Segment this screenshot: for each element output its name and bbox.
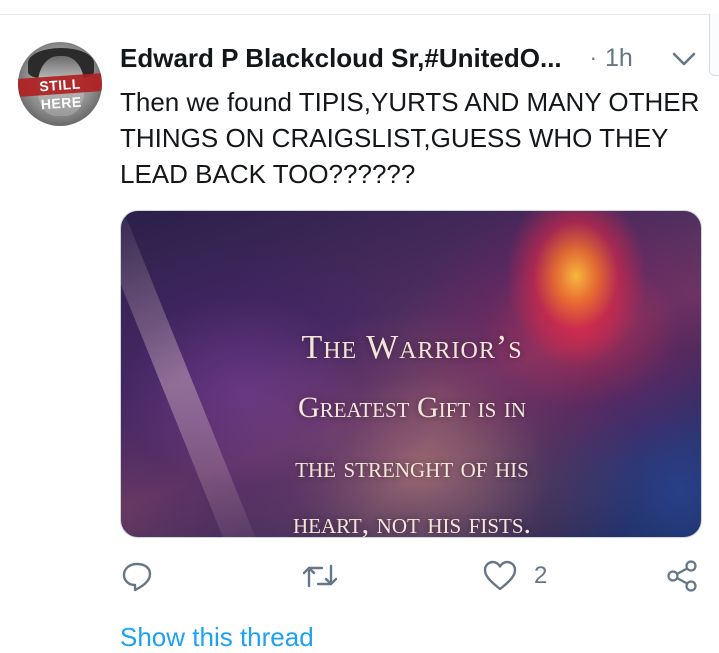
top-divider [0,14,719,15]
media-quote-line-1: The Warrior’s [301,329,523,366]
reply-icon [120,559,154,593]
retweet-button[interactable] [300,556,340,596]
scroll-edge [709,14,719,76]
tweet-header: Edward P Blackcloud Sr,#UnitedO... · 1h [120,40,705,76]
tweet-media-image[interactable]: The Warrior’s Greatest Gift is in the st… [120,210,702,538]
tweet-actions: 2 [120,556,710,596]
media-light-streak [121,211,269,537]
tweet-timestamp[interactable]: 1h [605,44,633,73]
heart-icon [482,559,518,593]
show-thread-link[interactable]: Show this thread [120,622,314,653]
like-button[interactable]: 2 [482,556,547,596]
retweet-icon [300,559,340,593]
share-icon [664,558,700,594]
author-name[interactable]: Edward P Blackcloud Sr,#UnitedO... [120,43,562,74]
chevron-down-icon[interactable] [668,44,700,72]
avatar-stamp-text: STILL HERE [18,73,102,112]
media-quote-line-4: heart, not his fists. [292,507,532,538]
tweet-text: Then we found TIPIS,YURTS AND MANY OTHER… [120,87,700,189]
media-quote-line-2: Greatest Gift is in [298,391,526,424]
share-button[interactable] [664,556,700,596]
reply-button[interactable] [120,556,154,596]
like-count: 2 [534,562,548,589]
avatar[interactable]: STILL HERE [18,42,102,126]
media-quote-line-3: the strenght of his [295,451,529,484]
separator-dot: · [589,45,597,70]
